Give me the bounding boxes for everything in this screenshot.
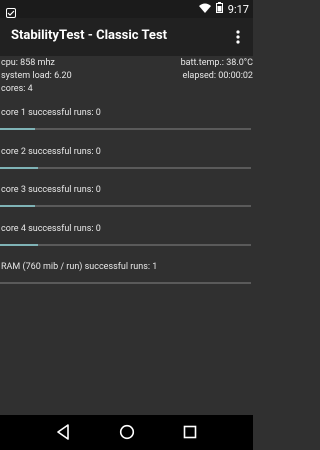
home-icon[interactable] xyxy=(119,424,135,444)
navigation-bar xyxy=(0,415,253,450)
test-item-core-2: core 2 successful runs: 0 xyxy=(0,139,253,178)
test-item-core-4: core 4 successful runs: 0 xyxy=(0,216,253,255)
test-item-core-1: core 1 successful runs: 0 xyxy=(0,100,253,139)
test-item-core-3: core 3 successful runs: 0 xyxy=(0,177,253,216)
battery-icon xyxy=(215,2,223,16)
progress-fill xyxy=(0,243,38,246)
progress-fill xyxy=(0,128,36,130)
progress-bar xyxy=(0,243,251,246)
back-icon[interactable] xyxy=(56,424,70,444)
test-label: core 3 successful runs: 0 xyxy=(1,185,101,196)
system-info: cpu: 858 mhz system load: 6.20 cores: 4 … xyxy=(0,56,253,96)
core-count: cores: 4 xyxy=(1,84,33,94)
app-bar: StabilityTest - Classic Test xyxy=(0,18,253,56)
progress-bar xyxy=(0,282,251,285)
test-label: RAM (760 mib / run) successful runs: 1 xyxy=(1,262,158,273)
test-list: core 1 successful runs: 0 core 2 success… xyxy=(0,100,253,293)
battery-temperature: batt.temp.: 38.0°C xyxy=(180,58,253,68)
wifi-icon xyxy=(198,3,211,16)
progress-bar xyxy=(0,205,251,208)
cpu-frequency: cpu: 858 mhz xyxy=(1,58,55,68)
test-label: core 2 successful runs: 0 xyxy=(1,146,101,157)
test-label: core 1 successful runs: 0 xyxy=(1,108,101,118)
clock: 9:17 xyxy=(227,2,249,16)
progress-fill xyxy=(0,166,38,169)
app-title: StabilityTest - Classic Test xyxy=(11,28,168,43)
recents-icon[interactable] xyxy=(183,424,197,444)
status-bar: 9:17 xyxy=(0,0,253,18)
test-item-ram: RAM (760 mib / run) successful runs: 1 xyxy=(0,254,253,293)
progress-bar xyxy=(0,128,251,130)
test-label: core 4 successful runs: 0 xyxy=(1,223,101,234)
elapsed-time: elapsed: 00:00:02 xyxy=(182,71,253,81)
progress-fill xyxy=(0,205,36,208)
overflow-menu-icon[interactable] xyxy=(231,29,245,45)
progress-bar xyxy=(0,166,251,169)
system-load: system load: 6.20 xyxy=(1,71,72,81)
